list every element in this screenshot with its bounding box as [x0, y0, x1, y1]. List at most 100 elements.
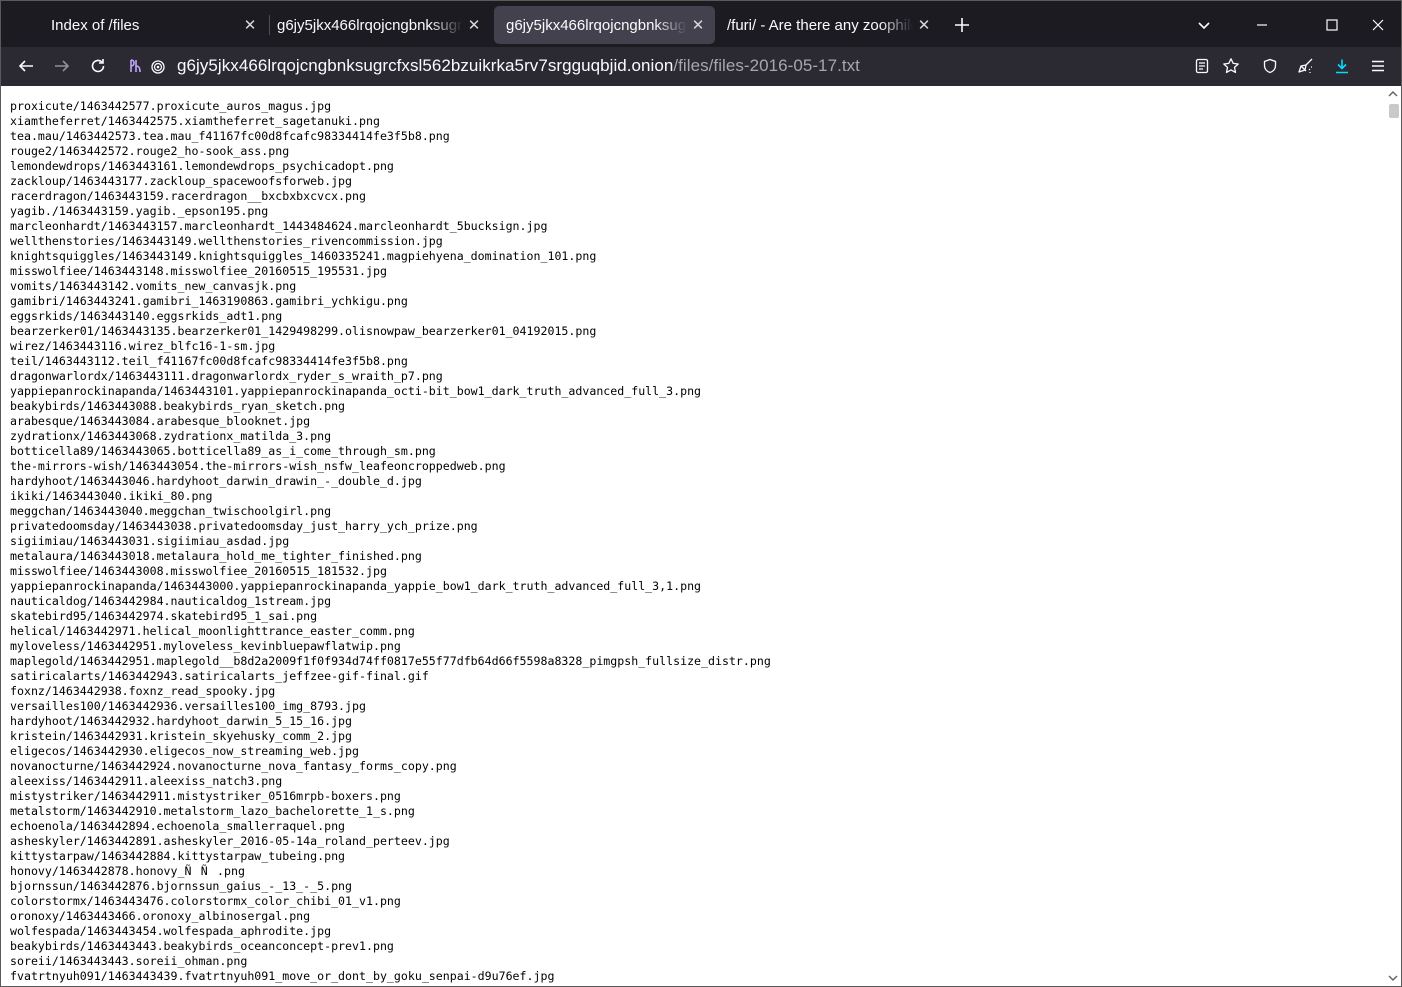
tab-furi-thread[interactable]: /furi/ - Are there any zoophile ✕ [715, 6, 941, 44]
file-line: metalaura/1463443018.metalaura_hold_me_t… [10, 549, 422, 563]
tab-title: /furi/ - Are there any zoophile [727, 16, 913, 34]
url-bar[interactable]: g6jy5jkx466lrqojcngbnksugrcfxsl562bzuikr… [121, 51, 1251, 81]
reader-view-icon [1195, 58, 1209, 74]
file-line: yagib./1463443159.yagib._epson195.png [10, 204, 269, 218]
scroll-thumb[interactable] [1389, 104, 1399, 118]
url-host: g6jy5jkx466lrqojcngbnksugrcfxsl562bzuikr… [177, 56, 674, 75]
reader-view-button[interactable] [1187, 51, 1217, 81]
scroll-up-arrow[interactable] [1385, 87, 1401, 101]
minimize-icon [1257, 24, 1267, 26]
download-icon [1336, 59, 1348, 74]
tab-files-txt-1[interactable]: g6jy5jkx466lrqojcngbnksugrcfxsl562bzuikr… [265, 6, 491, 44]
file-line: bearzerker01/1463443135.bearzerker01_142… [10, 324, 597, 338]
file-line: kristein/1463442931.kristein_skyehusky_c… [10, 729, 353, 743]
close-icon[interactable]: ✕ [913, 14, 935, 36]
file-line: misswolfiee/1463443008.misswolfiee_20160… [10, 564, 387, 578]
back-arrow-icon [18, 60, 33, 72]
file-line: yappiepanrockinapanda/1463443000.yappiep… [10, 579, 702, 593]
forward-arrow-icon [55, 60, 70, 72]
file-listing: proxicute/1463442577.proxicute_auros_mag… [10, 99, 771, 984]
chevron-down-icon [1198, 22, 1210, 30]
downloads-button[interactable] [1327, 51, 1357, 81]
file-line: zydrationx/1463443068.zydrationx_matilda… [10, 429, 332, 443]
tab-files-txt-active[interactable]: g6jy5jkx466lrqojcngbnksugrcfxsl562bzuikr… [494, 6, 715, 44]
forward-button[interactable] [47, 51, 77, 81]
file-line: skatebird95/1463442974.skatebird95_1_sai… [10, 609, 318, 623]
file-line: helical/1463442971.helical_moonlighttran… [10, 624, 415, 638]
file-line: rouge2/1463442572.rouge2_ho-sook_ass.png [10, 144, 290, 158]
file-line: the-mirrors-wish/1463443054.the-mirrors-… [10, 459, 506, 473]
file-line: eligecos/1463442930.eligecos_now_streami… [10, 744, 360, 758]
file-line: metalstorm/1463442910.metalstorm_lazo_ba… [10, 804, 415, 818]
star-icon [1223, 58, 1239, 74]
file-line: tea.mau/1463442573.tea.mau_f41167fc00d8f… [10, 129, 450, 143]
tab-strip: Index of /files ✕ g6jy5jkx466lrqojcngbnk… [0, 0, 1402, 47]
file-line: sigiimiau/1463443031.sigiimiau_asdad.jpg [10, 534, 290, 548]
file-line: beakybirds/1463443088.beakybirds_ryan_sk… [10, 399, 346, 413]
reload-button[interactable] [83, 51, 113, 81]
vertical-scrollbar[interactable] [1385, 86, 1401, 985]
file-line: gamibri/1463443241.gamibri_1463190863.ga… [10, 294, 408, 308]
file-line: aleexiss/1463442911.aleexiss_natch3.png [10, 774, 283, 788]
file-line: xiamtheferret/1463442575.xiamtheferret_s… [10, 114, 380, 128]
minimize-button[interactable] [1239, 6, 1285, 44]
plus-icon [955, 18, 969, 32]
app-menu-button[interactable] [1363, 51, 1393, 81]
file-line: echoenola/1463442894.echoenola_smallerra… [10, 819, 346, 833]
tab-title: g6jy5jkx466lrqojcngbnksugrcfxsl562bzuikr… [277, 16, 463, 34]
file-line: eggsrkids/1463443140.eggsrkids_adt1.png [10, 309, 283, 323]
close-icon[interactable]: ✕ [239, 14, 261, 36]
file-line: privatedoomsday/1463443038.privatedoomsd… [10, 519, 478, 533]
shield-icon [1263, 58, 1277, 74]
maximize-button[interactable] [1309, 6, 1355, 44]
close-icon [1372, 19, 1384, 31]
new-identity-button[interactable] [1291, 51, 1321, 81]
file-line: wolfespada/1463443454.wolfespada_aphrodi… [10, 924, 332, 938]
file-line: hardyhoot/1463443046.hardyhoot_darwin_dr… [10, 474, 422, 488]
reload-icon [91, 59, 105, 73]
new-tab-button[interactable] [947, 6, 977, 44]
file-line: versailles100/1463442936.versailles100_i… [10, 699, 366, 713]
back-button[interactable] [11, 51, 41, 81]
file-line: beakybirds/1463443443.beakybirds_oceanco… [10, 939, 394, 953]
tor-onion-icon[interactable] [125, 55, 147, 77]
close-icon[interactable]: ✕ [687, 14, 709, 36]
url-path: /files/files-2016-05-17.txt [673, 56, 860, 75]
file-line: fvatrtnyuh091/1463443439.fvatrtnyuh091_m… [10, 969, 555, 983]
file-line: misswolfiee/1463443148.misswolfiee_20160… [10, 264, 387, 278]
broom-icon [1298, 58, 1313, 73]
bookmark-button[interactable] [1216, 51, 1246, 81]
file-line: marcleonhardt/1463443157.marcleonhardt_1… [10, 219, 548, 233]
scroll-down-arrow[interactable] [1385, 971, 1401, 985]
file-line: oronoxy/1463443466.oronoxy_albinosergal.… [10, 909, 311, 923]
file-line: satiricalarts/1463442943.satiricalarts_j… [10, 669, 429, 683]
file-line: soreii/1463443443.soreii_ohman.png [10, 954, 248, 968]
file-line: meggchan/1463443040.meggchan_twischoolgi… [10, 504, 332, 518]
file-line: botticella89/1463443065.botticella89_as_… [10, 444, 436, 458]
close-window-button[interactable] [1355, 6, 1401, 44]
security-level-button[interactable] [1255, 51, 1285, 81]
list-all-tabs-button[interactable] [1189, 6, 1219, 44]
file-line: wellthenstories/1463443149.wellthenstori… [10, 234, 443, 248]
file-line: mistystriker/1463442911.mistystriker_051… [10, 789, 401, 803]
file-line: ikiki/1463443040.ikiki_80.png [10, 489, 213, 503]
file-line: knightsquiggles/1463443149.knightsquiggl… [10, 249, 597, 263]
onion-site-icon[interactable] [147, 55, 169, 77]
url-text[interactable]: g6jy5jkx466lrqojcngbnksugrcfxsl562bzuikr… [177, 56, 860, 76]
file-line: nauticaldog/1463442984.nauticaldog_1stre… [10, 594, 332, 608]
file-line: myloveless/1463442951.myloveless_kevinbl… [10, 639, 401, 653]
close-icon[interactable]: ✕ [463, 14, 485, 36]
file-line: colorstormx/1463443476.colorstormx_color… [10, 894, 401, 908]
page-content: proxicute/1463442577.proxicute_auros_mag… [0, 86, 1402, 987]
tab-title: g6jy5jkx466lrqojcngbnksugrcfxsl562bzuikr… [506, 16, 687, 34]
file-line: arabesque/1463443084.arabesque_blooknet.… [10, 414, 311, 428]
file-line: lemondewdrops/1463443161.lemondewdrops_p… [10, 159, 394, 173]
file-line: vomits/1463443142.vomits_new_canvasjk.pn… [10, 279, 297, 293]
hamburger-menu-icon [1372, 60, 1384, 72]
file-line: zackloup/1463443177.zackloup_spacewoofsf… [10, 174, 353, 188]
file-line: racerdragon/1463443159.racerdragon__bxcb… [10, 189, 366, 203]
tab-index-of-files[interactable]: Index of /files ✕ [39, 6, 267, 44]
file-line: hardyhoot/1463442932.hardyhoot_darwin_5_… [10, 714, 353, 728]
navigation-toolbar: g6jy5jkx466lrqojcngbnksugrcfxsl562bzuikr… [0, 47, 1402, 86]
file-line: dragonwarlordx/1463443111.dragonwarlordx… [10, 369, 443, 383]
